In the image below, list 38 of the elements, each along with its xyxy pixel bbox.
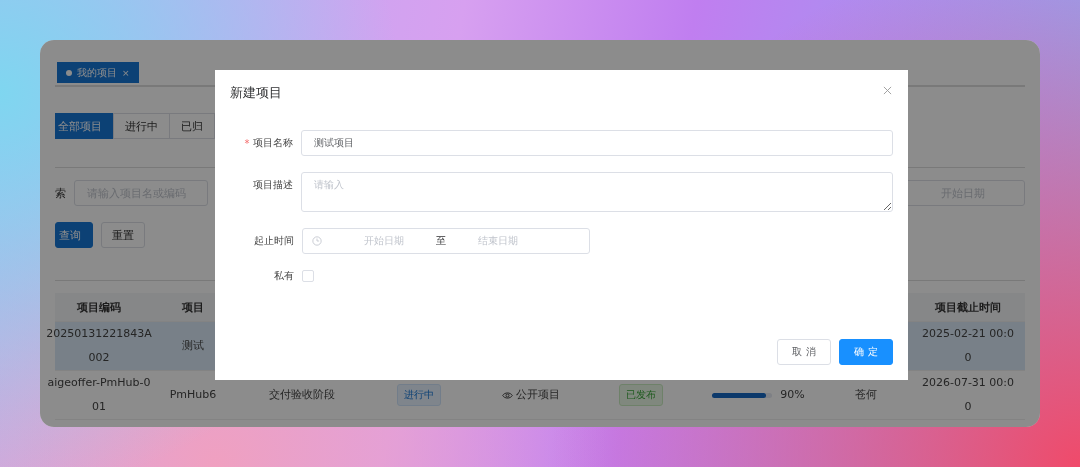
query-button[interactable]: 查询: [55, 222, 93, 248]
checkbox[interactable]: [302, 270, 314, 282]
eye-icon: [502, 389, 513, 401]
table-cell-text: 苍何: [855, 387, 877, 403]
status-tag: 进行中: [396, 384, 441, 406]
name-field[interactable]: 测试项目: [300, 130, 893, 156]
table-cell-text: 测试: [182, 338, 204, 354]
table-cell-text: 交付验收阶段: [269, 387, 335, 403]
required-mark: *: [244, 137, 250, 149]
table-cell-text: aigeoffer-PmHub-0 01: [47, 375, 151, 415]
close-icon[interactable]: [883, 85, 892, 95]
table-cell-text: 公开项目: [516, 387, 560, 403]
table-cell-text: PmHub6: [169, 387, 217, 403]
column-header: 项目截止时间: [934, 299, 1002, 315]
progress-reading: 90%: [780, 387, 805, 403]
page-tab[interactable]: 我的项目 ×: [57, 62, 139, 83]
confirm-button[interactable]: 确 定: [839, 339, 893, 365]
page-tab-label: 我的项目: [77, 65, 117, 80]
clock-icon: [312, 236, 322, 246]
dialog-title: 新建项目: [230, 84, 282, 102]
dot-icon: [66, 69, 72, 76]
filter-tab[interactable]: 已归: [169, 113, 215, 139]
search-label: 索: [55, 185, 66, 201]
field-label: 起止时间: [254, 234, 294, 248]
filter-tab[interactable]: 全部项目: [55, 113, 114, 139]
close-icon[interactable]: ×: [122, 67, 130, 78]
column-header: 项目: [181, 299, 205, 315]
column-header: 项目编码: [76, 299, 122, 315]
publish-tag: 已发布: [619, 384, 663, 406]
range-separator: 至: [435, 234, 447, 248]
field-label: 项目描述: [252, 178, 293, 192]
table-cell-text: 2025-02-21 00:0 0: [921, 326, 1015, 366]
reset-button[interactable]: 重置: [101, 222, 145, 248]
table-cell-text: 2026-07-31 00:0 0: [921, 375, 1015, 415]
cancel-button[interactable]: 取 消: [777, 339, 831, 365]
field-label: 私有: [274, 269, 294, 283]
filter-tab[interactable]: 进行中: [113, 113, 170, 139]
field-label: 项目名称: [252, 136, 293, 150]
